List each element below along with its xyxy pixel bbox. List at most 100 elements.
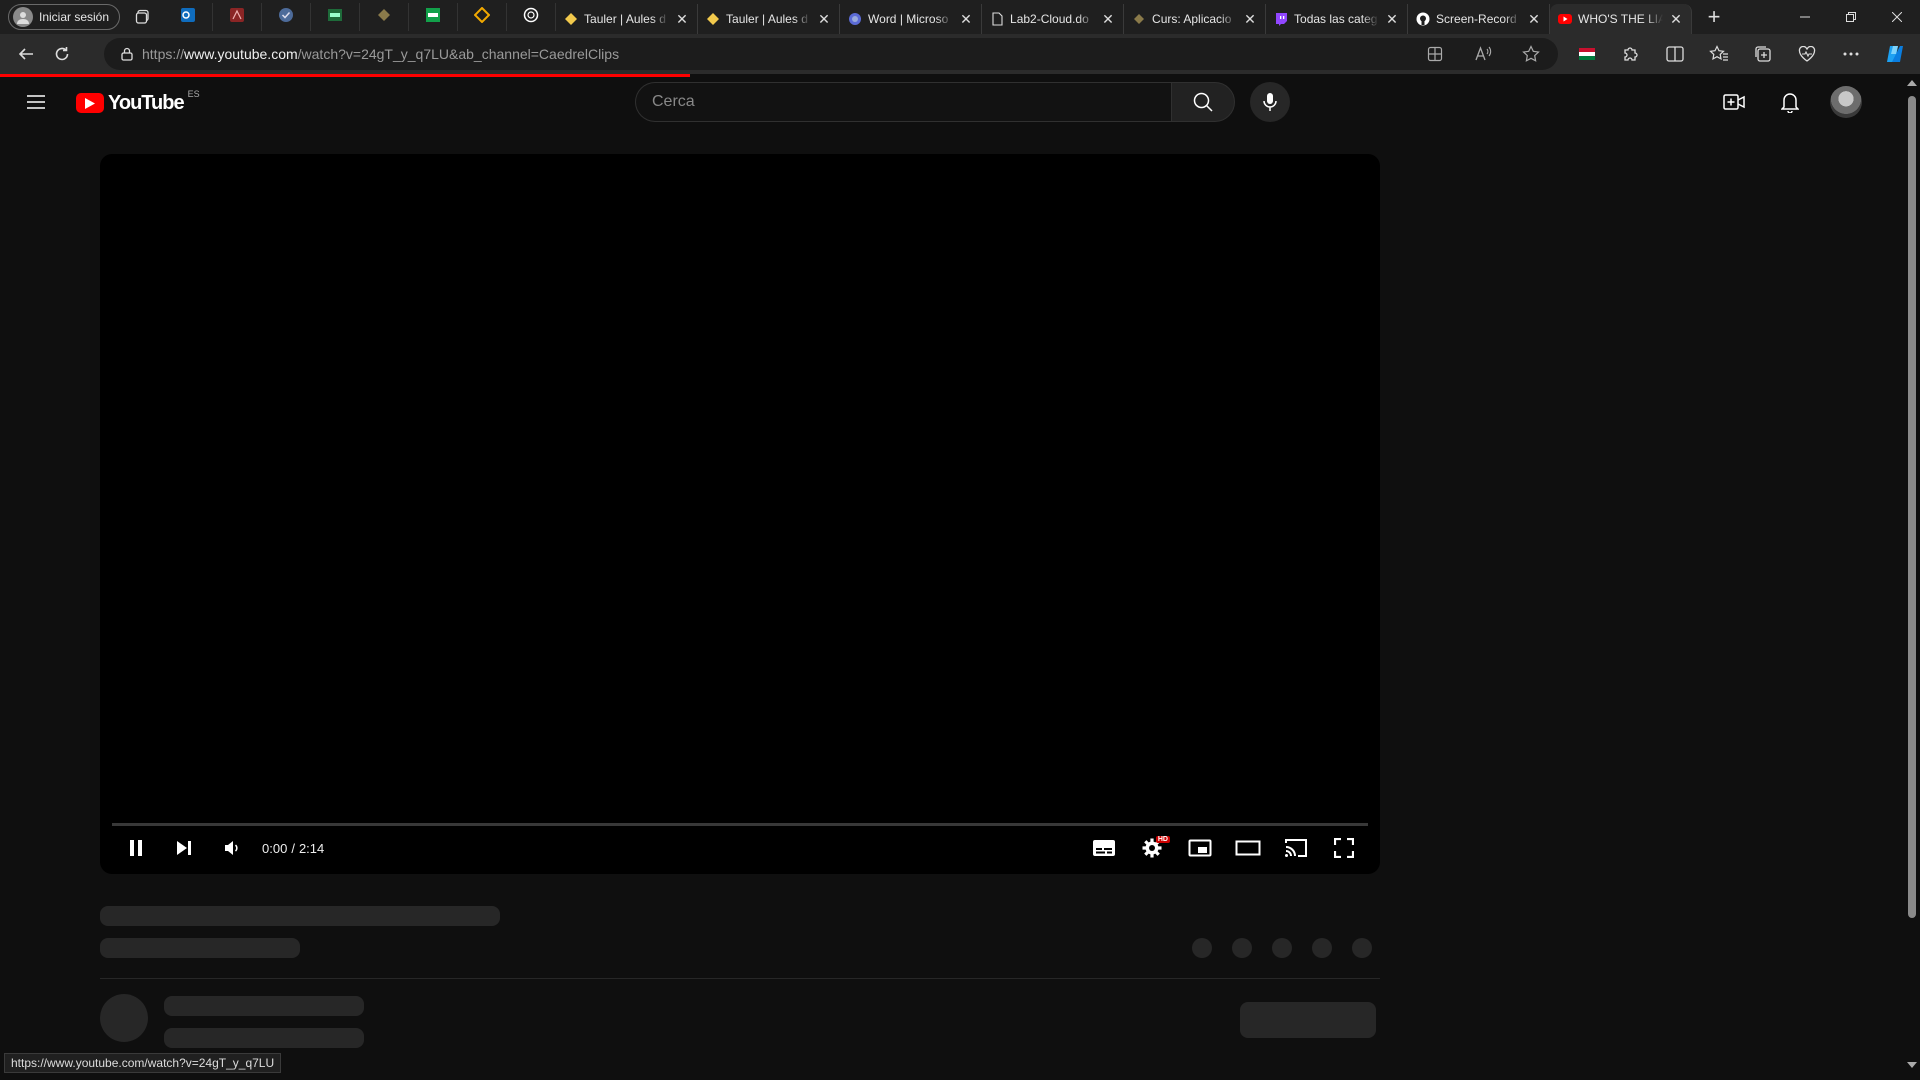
action-skeleton-dot [1312,938,1332,958]
tab-close-icon[interactable]: ✕ [959,12,973,26]
youtube-page: YouTube ES Cerca 0:00 / 2:14 HD [0,74,1904,1074]
tab-close-icon[interactable]: ✕ [1243,12,1257,26]
browser-tab[interactable]: Lab2-Cloud.do ✕ [982,4,1125,34]
workspaces-icon [135,9,149,24]
tab-title: Curs: Aplicacio [1152,12,1232,26]
theater-mode-button[interactable] [1224,828,1272,868]
uab-icon [327,7,343,28]
subtitles-button[interactable] [1080,828,1128,868]
tab-close-icon[interactable]: ✕ [817,12,831,26]
tab-close-icon[interactable]: ✕ [675,12,689,26]
browser-tab[interactable]: Tauler | Aules d ✕ [698,4,841,34]
url-text[interactable]: https://www.youtube.com/watch?v=24gT_y_q… [142,46,619,62]
settings-more-button[interactable] [1836,39,1866,69]
account-button[interactable] [1826,82,1866,122]
action-skeleton-dot [1272,938,1292,958]
fullscreen-button[interactable] [1320,828,1368,868]
cast-icon [1285,839,1307,857]
address-toolbar: https://www.youtube.com/watch?v=24gT_y_q… [0,34,1920,74]
video-player[interactable]: 0:00/2:14 HD [100,154,1380,874]
app-available-button[interactable] [1420,39,1450,69]
pinned-tab[interactable] [360,3,410,31]
pinned-tab[interactable] [409,3,459,31]
browser-tab[interactable]: Todas las categ ✕ [1266,4,1409,34]
copilot-button[interactable] [1880,39,1910,69]
guide-menu-button[interactable] [24,90,48,114]
tab-title: Tauler | Aules d [584,12,666,26]
app-grid-icon [1427,46,1443,62]
link-status-bar: https://www.youtube.com/watch?v=24gT_y_q… [4,1053,282,1073]
youtube-logo[interactable]: YouTube ES [76,89,200,116]
url-prefix: https:// [142,46,185,62]
workspaces-button[interactable] [126,3,160,31]
tab-close-icon[interactable]: ✕ [1669,12,1683,26]
hd-badge: HD [1155,836,1170,843]
video-progress-bar[interactable] [112,823,1368,826]
time-display: 0:00/2:14 [262,841,324,856]
extensions-button[interactable] [1616,39,1646,69]
pinned-tab[interactable] [507,3,557,31]
browser-tab[interactable]: Tauler | Aules d ✕ [556,4,699,34]
cast-button[interactable] [1272,828,1320,868]
tab-title: Tauler | Aules d [726,12,808,26]
tab-close-icon[interactable]: ✕ [1385,12,1399,26]
uab-green-icon [425,7,441,28]
next-button[interactable] [160,828,208,868]
copilot-icon [1887,46,1903,62]
voice-search-button[interactable] [1250,82,1290,122]
create-button[interactable] [1714,82,1754,122]
tab-close-icon[interactable]: ✕ [1527,12,1541,26]
profile-button[interactable]: Iniciar sesión [8,4,121,30]
favorite-button[interactable] [1516,39,1546,69]
reload-icon [55,47,69,61]
youtube-play-logo-icon [76,93,104,113]
browser-essentials-button[interactable] [1792,39,1822,69]
browser-tab[interactable]: Screen-Record ✕ [1408,4,1551,34]
scroll-up-arrow-icon[interactable] [1907,80,1917,86]
tab-strip: Tauler | Aules d ✕ Tauler | Aules d ✕ Word |… [556,0,1693,34]
restore-button[interactable] [1828,0,1874,34]
tab-title: WHO'S THE LIA [1578,12,1664,26]
tab-close-icon[interactable]: ✕ [1101,12,1115,26]
browser-tab[interactable]: Word | Microso ✕ [840,4,983,34]
pause-button[interactable] [112,828,160,868]
scroll-down-arrow-icon[interactable] [1907,1062,1917,1068]
search-input[interactable] [652,93,1171,111]
minimize-button[interactable] [1782,0,1828,34]
collections-button[interactable] [1748,39,1778,69]
pinned-tab[interactable] [213,3,263,31]
scroll-thumb[interactable] [1908,96,1916,918]
page-scrollbar[interactable] [1904,74,1920,1074]
avatar [1830,86,1862,118]
search-box [635,82,1235,122]
collections-icon [1755,46,1771,62]
favorites-button[interactable] [1704,39,1734,69]
bell-icon [1781,93,1799,113]
search-button[interactable] [1171,82,1235,122]
subscribe-skeleton [1240,1002,1376,1038]
extension-flag-button[interactable] [1572,39,1602,69]
minimize-icon [1800,16,1810,18]
notifications-button[interactable] [1770,82,1810,122]
title-skeleton [100,906,500,926]
pinned-tab[interactable] [262,3,312,31]
more-horizontal-icon [1843,52,1859,56]
miniplayer-button[interactable] [1176,828,1224,868]
pinned-tab[interactable] [164,3,214,31]
read-aloud-icon [1475,46,1492,61]
lock-icon[interactable] [112,38,142,70]
settings-button[interactable]: HD [1128,828,1176,868]
pinned-tab[interactable] [458,3,508,31]
browser-tab[interactable]: Curs: Aplicacio ✕ [1124,4,1267,34]
browser-tab[interactable]: WHO'S THE LIA ✕ [1550,4,1693,34]
read-aloud-button[interactable] [1468,39,1498,69]
mute-button[interactable] [208,828,256,868]
new-tab-button[interactable]: + [1696,3,1732,31]
pinned-tab[interactable] [311,3,361,31]
back-button[interactable] [10,38,42,70]
split-screen-button[interactable] [1660,39,1690,69]
reload-button[interactable] [46,38,78,70]
search-field[interactable] [635,82,1171,122]
url-bar[interactable]: https://www.youtube.com/watch?v=24gT_y_q… [104,38,1558,70]
close-window-button[interactable] [1874,0,1920,34]
